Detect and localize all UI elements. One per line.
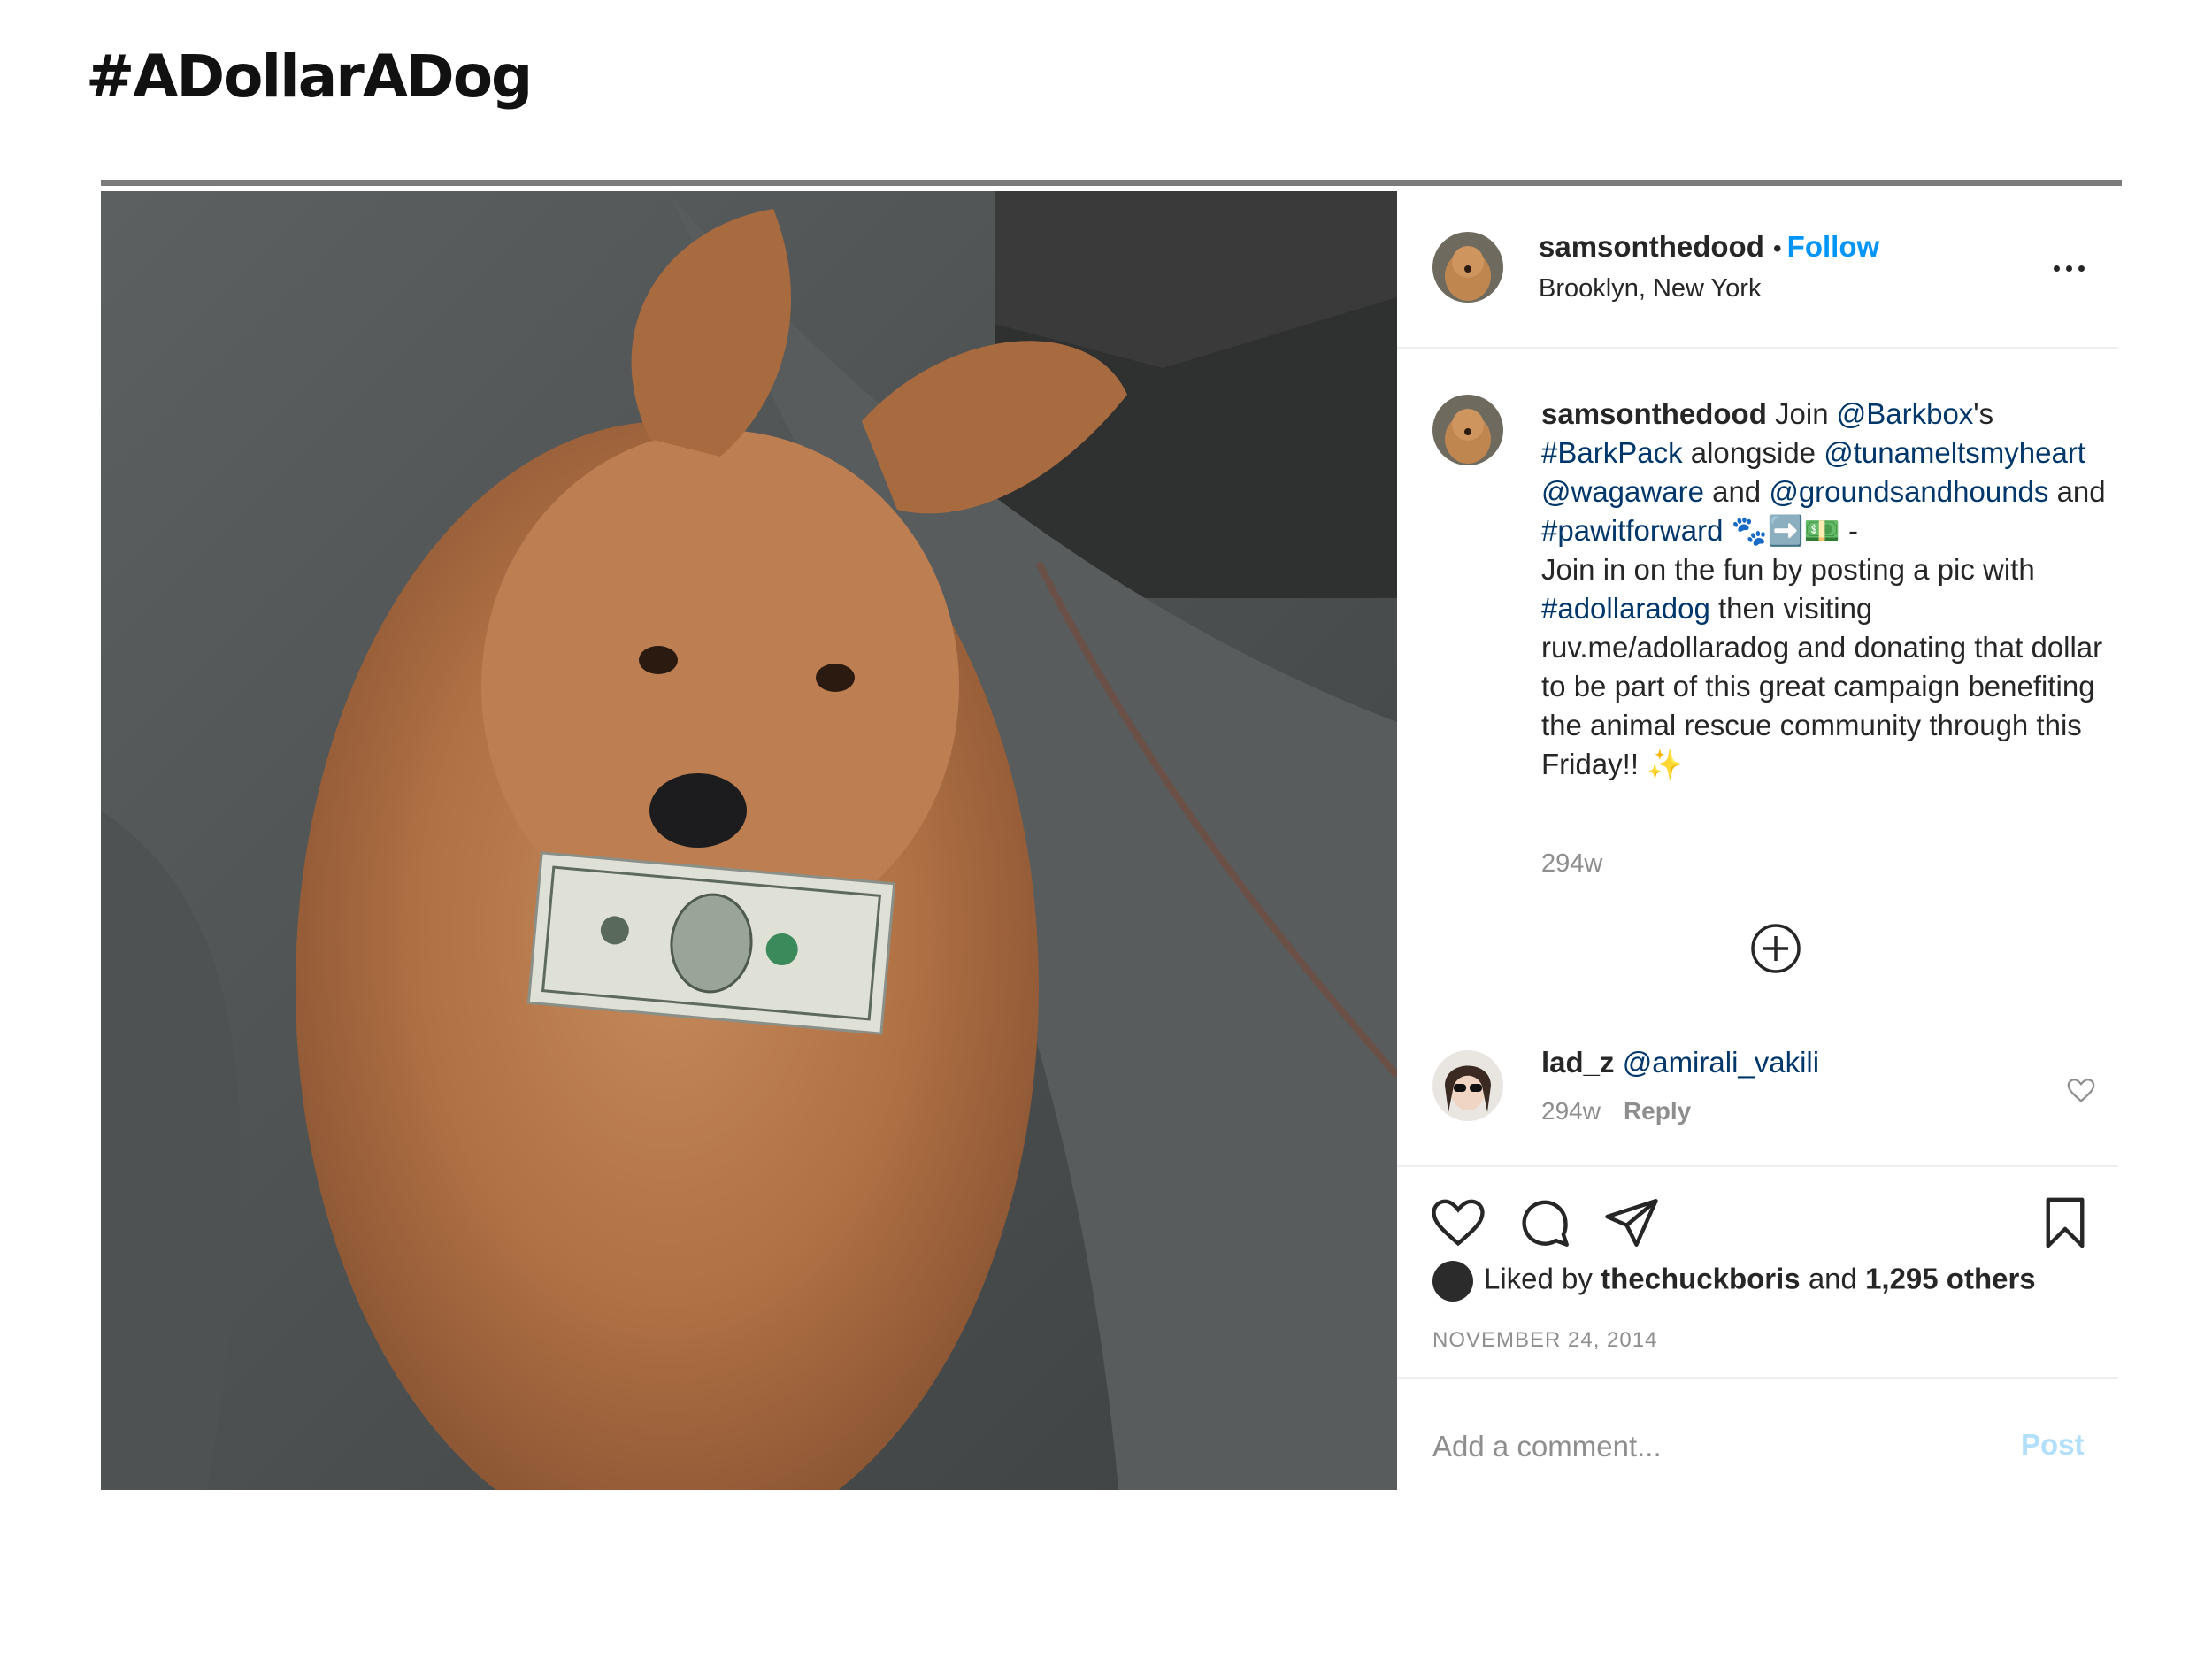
comment-icon[interactable] xyxy=(1516,1194,1574,1252)
hashtag-link[interactable]: #pawitforward xyxy=(1541,514,1723,547)
commenter-avatar[interactable] xyxy=(1432,1050,1503,1121)
more-options-icon[interactable] xyxy=(2052,255,2087,281)
instagram-post: samsonthedood • Follow Brooklyn, New York … xyxy=(101,180,2122,1490)
liker-username[interactable]: thechuckboris xyxy=(1601,1263,1801,1295)
like-icon[interactable] xyxy=(1429,1194,1487,1252)
caption-segment: alongside xyxy=(1682,436,1824,469)
mention-link[interactable]: @groundsandhounds xyxy=(1769,475,2048,508)
comment-timestamp[interactable]: 294w xyxy=(1541,1097,1601,1125)
add-circle-icon[interactable] xyxy=(1749,922,1802,975)
comment-meta: 294w Reply xyxy=(1541,1097,1691,1125)
likes-prefix: Liked by xyxy=(1484,1262,1601,1295)
reply-button[interactable]: Reply xyxy=(1624,1097,1691,1125)
liker-avatar xyxy=(1432,1261,1473,1302)
hashtag-link[interactable]: #adollaradog xyxy=(1541,592,1710,625)
caption-segment: and xyxy=(2048,475,2106,508)
post-photo xyxy=(101,191,1397,1490)
save-icon[interactable] xyxy=(2036,1194,2094,1252)
likes-count[interactable]: 1,295 others xyxy=(1865,1263,2036,1295)
post-date[interactable]: NOVEMBER 24, 2014 xyxy=(1432,1328,1657,1353)
caption-segment: Join xyxy=(1766,397,1837,430)
post-header: samsonthedood • Follow Brooklyn, New York xyxy=(1397,191,2118,349)
caption-segment: and xyxy=(1703,475,1770,508)
hashtag-link[interactable]: #BarkPack xyxy=(1541,436,1683,469)
follow-button[interactable]: Follow xyxy=(1787,230,1879,263)
post-sidebar: samsonthedood • Follow Brooklyn, New York … xyxy=(1397,191,2122,1490)
caption-author[interactable]: samsonthedood xyxy=(1541,397,1767,430)
comment-text: lad_z @amirali_vakili xyxy=(1541,1046,1819,1079)
mention-link[interactable]: @Barkbox xyxy=(1837,397,1974,430)
mention-link[interactable]: @amirali_vakili xyxy=(1623,1046,1819,1079)
header-title: samsonthedood • Follow xyxy=(1539,230,1879,264)
caption-author-avatar[interactable] xyxy=(1432,395,1503,465)
mention-link[interactable]: @wagaware xyxy=(1541,475,1704,508)
post-location[interactable]: Brooklyn, New York xyxy=(1539,274,1761,303)
slide-title: #ADollarADog xyxy=(86,42,533,111)
caption-segment: Join in on the fun by posting a pic with xyxy=(1541,553,2035,586)
separator-dot: • xyxy=(1772,234,1782,262)
caption-segment: 's xyxy=(1973,397,1994,430)
share-icon[interactable] xyxy=(1602,1194,1661,1252)
add-comment-input[interactable] xyxy=(1432,1426,1963,1467)
post-actions: Liked by thechuckboris and 1,295 others … xyxy=(1397,1165,2118,1388)
caption-text: samsonthedood Join @Barkbox's #BarkPack … xyxy=(1541,395,2108,784)
caption-timestamp[interactable]: 294w xyxy=(1541,849,1602,879)
caption-segment: 🐾➡️💵 - xyxy=(1723,514,1859,547)
author-avatar[interactable] xyxy=(1432,232,1503,303)
commenter-username[interactable]: lad_z xyxy=(1541,1046,1615,1079)
add-comment-bar: Post xyxy=(1397,1377,2118,1490)
likes-summary[interactable]: Liked by thechuckboris and 1,295 others xyxy=(1432,1261,2036,1302)
likes-middle: and xyxy=(1800,1262,1866,1295)
post-comment-button[interactable]: Post xyxy=(2021,1428,2085,1462)
author-username[interactable]: samsonthedood xyxy=(1539,230,1764,263)
comment-like-icon[interactable] xyxy=(2066,1076,2096,1106)
mention-link[interactable]: @tunameltsmyheart xyxy=(1824,436,2085,469)
